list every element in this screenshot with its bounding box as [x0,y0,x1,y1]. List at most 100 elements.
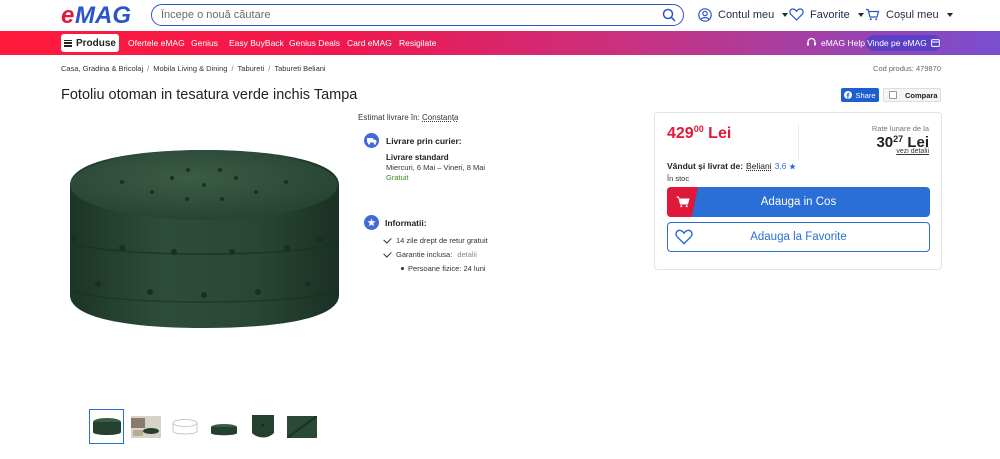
installment-decimals: 27 [893,134,904,144]
compare-toggle[interactable]: Compara [883,88,941,102]
delivery-dates: Miercuri, 6 Mai – Vineri, 8 Mai [386,163,486,172]
cart-icon [866,8,880,21]
cart-label: Coșul meu [886,8,939,21]
star-icon [789,162,797,169]
warranty-detail: Persoane fizice: 24 luni [408,264,486,273]
emag-logo[interactable]: e MAG [61,3,141,27]
room-scene-thumbnail [130,415,161,438]
facebook-icon [844,91,853,99]
seller-rating: 3.6 [774,161,787,171]
breadcrumb-separator: / [147,64,150,73]
ottoman-side-thumbnail [210,423,237,435]
breadcrumb-item[interactable]: Casa, Gradina & Bricolaj [61,64,143,73]
heart-icon [675,229,693,245]
seller-info: Vândut și livrat de: Beliani 3.6 [667,161,797,171]
share-label: Share [855,90,876,100]
nav-item-genius[interactable]: Genius [191,38,218,48]
thumb-ottoman-front[interactable] [89,409,124,444]
breadcrumb-item[interactable]: Tabureti Beliani [274,64,325,73]
search-icon[interactable] [662,8,676,22]
headset-icon [807,37,816,46]
search-box [151,4,684,26]
thumb-room-scene[interactable] [128,409,163,444]
warranty-detail-row: Persoane fizice: 24 luni [401,264,486,273]
heart-icon [789,8,804,21]
add-to-favorites-label: Adauga la Favorite [750,231,847,243]
hamburger-icon [63,39,72,47]
ottoman-detail-thumbnail [251,414,274,437]
stock-status: În stoc [667,174,690,183]
thumb-dimensions[interactable] [167,409,202,444]
price-integer: 429 [667,125,694,142]
price-decimals: 00 [693,124,704,134]
courier-title: Livrare prin curier: [386,136,462,146]
installment-details-link[interactable]: vezi detalii [896,148,929,155]
seller-link[interactable]: Beliani [746,161,772,171]
sell-label: Vinde pe eMAG [867,38,927,48]
installment-label: Rate lunare de la [871,124,929,133]
thumb-fabric[interactable] [284,409,319,444]
add-to-favorites-button[interactable]: Adauga la Favorite [667,222,930,252]
nav-item-resigilate[interactable]: Resigilate [399,38,436,48]
truck-icon [364,133,379,148]
thumb-ottoman-detail[interactable] [245,409,280,444]
thumb-ottoman-side[interactable] [206,409,241,444]
info-title: Informatii: [385,218,427,228]
warranty-label: Garantie inclusa: [396,250,453,259]
favorites-menu[interactable]: Favorite [789,8,864,21]
help-link[interactable]: eMAG Help [806,37,865,48]
nav-item-easy-buyback[interactable]: Easy BuyBack [229,38,284,48]
chevron-down-icon [857,12,864,17]
add-to-cart-label: Adauga in Cos [760,196,837,208]
chevron-down-icon [946,12,953,17]
add-to-cart-button[interactable]: Adauga in Cos [667,187,930,217]
emag-logo-mark: e MAG [61,3,131,27]
breadcrumb-item[interactable]: Mobila Living & Dining [153,64,227,73]
nav-item-card-emag[interactable]: Card eMAG [347,38,392,48]
return-policy: 14 zile drept de retur gratuit [396,236,488,245]
sell-on-emag-button[interactable]: Vinde pe eMAG [866,35,941,51]
share-button[interactable]: Share [841,88,879,102]
warranty-row: Garantie inclusa: detalii [383,249,477,259]
cart-menu[interactable]: Coșul meu [865,8,953,21]
installment-integer: 30 [876,134,894,151]
chevron-down-icon [782,13,789,17]
star-badge-icon [364,215,379,230]
delivery-estimate: Estimat livrare în: Constanța [358,113,459,122]
product-main-image[interactable] [62,130,347,340]
fabric-thumbnail [286,415,317,438]
delivery-cost: Gratuit [386,173,409,182]
cart-icon [667,187,698,217]
favorites-label: Favorite [810,8,850,21]
products-label: Produse [75,37,116,49]
store-icon [931,39,940,47]
nav-item-genius-deals[interactable]: Genius Deals [289,38,340,48]
check-icon [383,235,392,244]
delivery-city-link[interactable]: Constanța [422,113,458,122]
user-icon [698,8,712,22]
estimate-prefix: Estimat livrare în: [358,113,420,122]
top-header: e MAG Contul meu Favorite Coșul meu [0,0,1000,31]
sold-by-label: Vândut și livrat de: [667,161,744,171]
help-label: eMAG Help [821,37,865,48]
compare-checkbox[interactable] [889,91,897,99]
thumbnail-strip [89,409,319,444]
search-input[interactable] [161,7,651,23]
return-policy-row: 14 zile drept de retur gratuit [383,235,488,245]
warranty-details-link[interactable]: detalii [457,250,477,259]
product-code: Cod produs: 479870 [873,64,941,73]
nav-item-ofertele[interactable]: Ofertele eMAG [128,38,185,48]
account-menu[interactable]: Contul meu [698,8,789,22]
standard-delivery-label: Livrare standard [386,153,449,162]
product-price: 42900 Lei [667,124,731,143]
divider [798,123,799,161]
dimensions-thumbnail [172,418,197,434]
breadcrumb-separator: / [231,64,234,73]
ottoman-thumbnail [92,417,121,435]
breadcrumb-item[interactable]: Tabureti [238,64,265,73]
breadcrumb: Casa, Gradina & Bricolaj / Mobila Living… [61,64,326,73]
svg-text:e: e [61,3,74,27]
products-menu-button[interactable]: Produse [61,34,119,52]
product-title: Fotoliu otoman in tesatura verde inchis … [61,87,358,103]
breadcrumb-separator: / [268,64,271,73]
